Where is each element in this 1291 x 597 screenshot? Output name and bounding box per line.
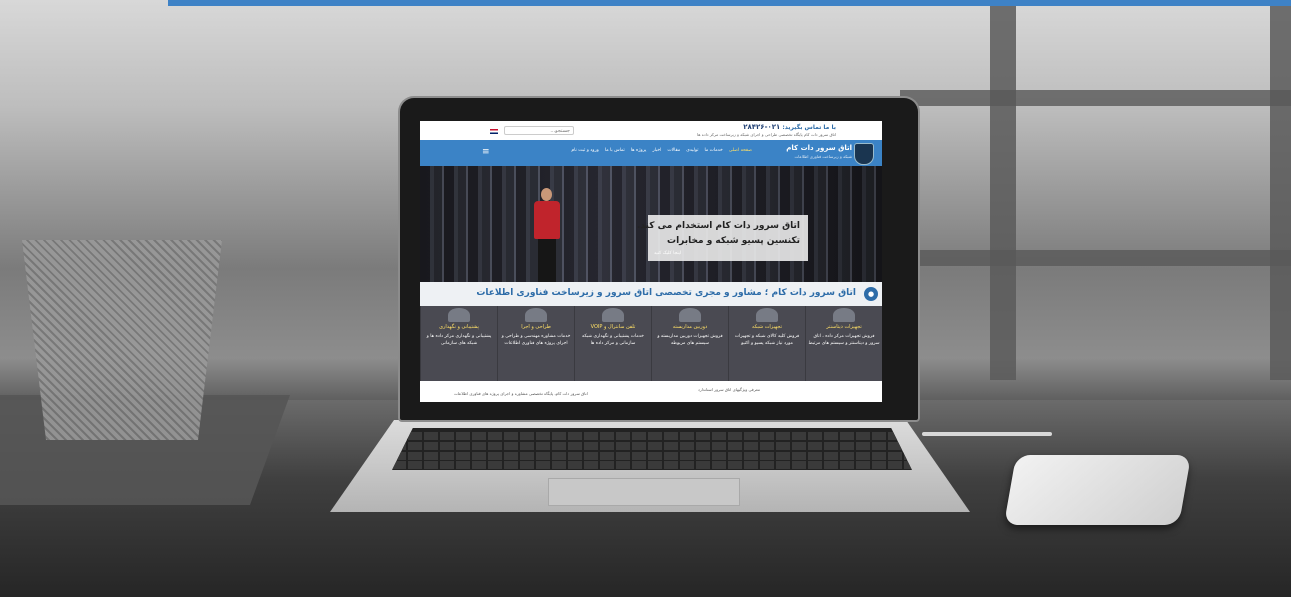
- main-nav: اتاق سرور دات کام شبکه و زیرساخت فناوری …: [420, 140, 882, 166]
- support-icon: [448, 308, 470, 322]
- service-desc: پشتیبانی و نگهداری مرکز داده ها و شبکه ه…: [426, 334, 492, 346]
- service-title: طراحی و اجرا: [521, 324, 551, 330]
- camera-icon: [679, 308, 701, 322]
- features-heading: معرفی ویژگیهای اتاق سرور استاندارد: [697, 387, 760, 392]
- design-icon: [525, 308, 547, 322]
- hero-line-2: تکنسین پسیو شبکه و مخابرات: [667, 236, 800, 246]
- service-desc: فروش تجهیزات دوربین مداربسته و سیستم های…: [657, 334, 723, 346]
- service-card[interactable]: طراحی و اجرا خدمات مشاوره مهندسی و طراحی…: [497, 306, 574, 381]
- charging-cable: [922, 432, 1052, 436]
- nav-item-news[interactable]: اخبار: [652, 148, 661, 153]
- key-row: [392, 442, 912, 450]
- service-card[interactable]: تجهیزات دیتاسنتر فروش تجهیزات مرکز داده …: [805, 306, 882, 381]
- hamburger-menu-icon[interactable]: ≡: [482, 147, 490, 157]
- technician-figure: [532, 188, 562, 282]
- nav-item-home[interactable]: صفحه اصلی: [729, 148, 752, 153]
- service-card[interactable]: پشتیبانی و نگهداری پشتیبانی و نگهداری مر…: [420, 306, 497, 381]
- laptop-screen: با ما تماس بگیرید: ۰۲۱-۲۸۴۲۶ اتاق سرور د…: [420, 121, 882, 402]
- service-title: پشتیبانی و نگهداری: [439, 324, 479, 330]
- window-rail: [900, 90, 1291, 106]
- service-desc: فروش تجهیزات مرکز داده ، اتاق سرور و دیت…: [808, 334, 880, 346]
- figure-legs: [538, 239, 556, 282]
- service-desc: خدمات مشاوره مهندسی و طراحی و اجرای پروژ…: [501, 334, 571, 346]
- nav-item-contact[interactable]: تماس با ما: [605, 148, 625, 153]
- shield-logo-icon[interactable]: [854, 143, 874, 165]
- nav-item-login[interactable]: ورود و ثبت نام: [571, 148, 598, 153]
- figure-body: [534, 201, 560, 239]
- key-row: [392, 452, 912, 460]
- nav-item-production[interactable]: تولیدی: [686, 148, 698, 153]
- search-input[interactable]: جستجو...: [504, 126, 574, 135]
- hero-line-1: اتاق سرور دات کام استخدام می کند.: [636, 221, 800, 231]
- window-rail: [900, 250, 1291, 266]
- service-card[interactable]: تجهیزات شبکه فروش کلیه کالای شبکه و تجهی…: [728, 306, 805, 381]
- chat-icon[interactable]: ●: [864, 287, 878, 301]
- hero-banner: اتاق سرور دات کام استخدام می کند. تکنسین…: [420, 166, 882, 282]
- service-card[interactable]: تلفن سانترال و VOIP خدمات پشتیبانی و نگه…: [574, 306, 651, 381]
- window-frame: [990, 0, 1016, 380]
- phone-number[interactable]: ۰۲۱-۲۸۴۲۶: [743, 123, 780, 131]
- network-icon: [756, 308, 778, 322]
- service-title: تجهیزات دیتاسنتر: [826, 324, 862, 330]
- accent-bar: [168, 0, 1291, 6]
- contact-info: با ما تماس بگیرید: ۰۲۱-۲۸۴۲۶: [743, 123, 836, 131]
- window-frame: [1270, 0, 1291, 380]
- nav-item-services[interactable]: خدمات ما: [704, 148, 722, 153]
- site-top-bar: با ما تماس بگیرید: ۰۲۱-۲۸۴۲۶ اتاق سرور د…: [420, 121, 882, 140]
- content-strip: اتاق سرور دات کام، پایگاه تخصصی مشاوره و…: [420, 381, 882, 402]
- services-row: تجهیزات دیتاسنتر فروش تجهیزات مرکز داده …: [420, 306, 882, 381]
- main-headline: اتاق سرور دات کام ؛ مشاور و مجری تخصصی ا…: [476, 288, 856, 298]
- site-tagline: اتاق سرور دات کام پایگاه تخصصی طراحی و ا…: [697, 132, 836, 137]
- hero-cta-link[interactable]: اینجا کلیک کنید: [654, 251, 681, 256]
- figure-head: [541, 188, 552, 201]
- service-desc: خدمات پشتیبانی و نگهداری شبکه سازمانی و …: [582, 334, 644, 346]
- nav-menu: صفحه اصلی خدمات ما تولیدی مقالات اخبار پ…: [571, 148, 752, 153]
- service-card[interactable]: دوربین مداربسته فروش تجهیزات دوربین مدار…: [651, 306, 728, 381]
- headline-band: اتاق سرور دات کام ؛ مشاور و مجری تخصصی ا…: [420, 282, 882, 306]
- service-title: تلفن سانترال و VOIP: [590, 324, 636, 330]
- key-row: [392, 461, 912, 469]
- telephone-icon: [602, 308, 624, 322]
- site-subtitle: شبکه و زیرساخت فناوری اطلاعات: [794, 154, 852, 159]
- laptop-trackpad: [548, 478, 740, 506]
- nav-item-articles[interactable]: مقالات: [667, 148, 680, 153]
- pencil-cup: [22, 240, 222, 440]
- english-flag-icon[interactable]: [490, 129, 498, 134]
- laptop-keyboard: [392, 428, 912, 470]
- service-title: تجهیزات شبکه: [751, 324, 783, 330]
- smartphone: [1003, 455, 1192, 525]
- key-row: [392, 432, 912, 440]
- site-title[interactable]: اتاق سرور دات کام: [786, 144, 852, 152]
- datacenter-icon: [833, 308, 855, 322]
- intro-text: اتاق سرور دات کام، پایگاه تخصصی مشاوره و…: [454, 391, 588, 396]
- contact-label: با ما تماس بگیرید:: [782, 124, 836, 131]
- service-title: دوربین مداربسته: [672, 324, 708, 330]
- service-desc: فروش کلیه کالای شبکه و تجهیزات مورد نیاز…: [734, 334, 800, 346]
- nav-item-projects[interactable]: پروژه ها: [631, 148, 647, 153]
